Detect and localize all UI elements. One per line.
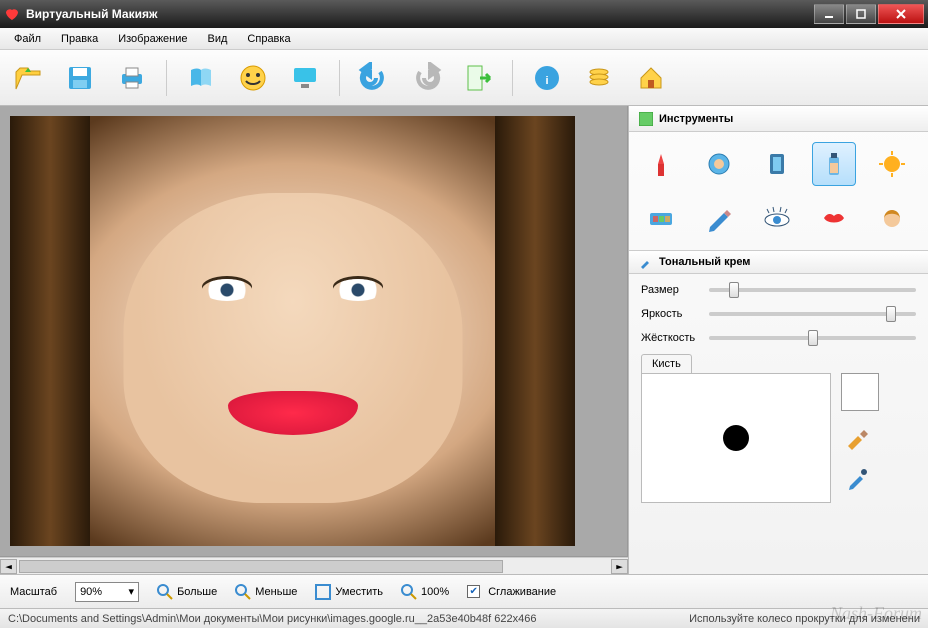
menubar: Файл Правка Изображение Вид Справка <box>0 28 928 50</box>
canvas-wrap: ◄ ► <box>0 106 628 574</box>
color-swatch[interactable] <box>841 373 879 411</box>
minimize-button[interactable] <box>814 4 844 24</box>
redo-button[interactable] <box>404 56 448 100</box>
menu-edit[interactable]: Правка <box>53 30 106 48</box>
zoom-100-button[interactable]: 100% <box>401 584 449 600</box>
tool-lipstick[interactable] <box>639 142 683 186</box>
tool-section-header: Тональный крем <box>629 250 928 274</box>
zoom-select[interactable]: 90% ▾ <box>75 582 139 602</box>
scroll-left-button[interactable]: ◄ <box>0 559 17 574</box>
app-icon <box>4 6 20 22</box>
home-button[interactable] <box>629 56 673 100</box>
toolbar-separator <box>512 60 513 96</box>
slider-row-brightness: Яркость <box>641 308 916 320</box>
tools-grid <box>629 132 928 250</box>
brush-paint-icon[interactable] <box>841 421 873 453</box>
smoothing-label: Сглаживание <box>488 586 556 598</box>
eyedropper-icon[interactable] <box>841 463 873 495</box>
zoom-in-button[interactable]: Больше <box>157 584 217 600</box>
tool-pencil[interactable] <box>697 196 741 240</box>
tool-eyeshadow[interactable] <box>639 196 683 240</box>
tool-eye[interactable] <box>755 196 799 240</box>
image-icon <box>639 112 653 126</box>
section-header-label: Тональный крем <box>659 256 750 268</box>
print-button[interactable] <box>110 56 154 100</box>
zoom-out-button[interactable]: Меньше <box>235 584 297 600</box>
tool-mascara[interactable] <box>755 142 799 186</box>
brush-dot-icon <box>723 425 749 451</box>
menu-file[interactable]: Файл <box>6 30 49 48</box>
menu-image[interactable]: Изображение <box>110 30 195 48</box>
tool-hair[interactable] <box>870 196 914 240</box>
slider-row-hardness: Жёсткость <box>641 332 916 344</box>
scroll-right-button[interactable]: ► <box>611 559 628 574</box>
tool-lips[interactable] <box>812 196 856 240</box>
slider-brightness[interactable] <box>709 312 916 316</box>
slider-label-hardness: Жёсткость <box>641 332 701 344</box>
tool-foundation[interactable] <box>812 142 856 186</box>
sliders-panel: Размер Яркость Жёсткость <box>629 274 928 354</box>
check-icon: ✔ <box>467 585 480 598</box>
zoom-in-label: Больше <box>177 586 217 598</box>
zoom-fit-button[interactable]: Уместить <box>315 584 383 600</box>
toolbar-separator <box>339 60 340 96</box>
toolbar-separator <box>166 60 167 96</box>
horizontal-scrollbar[interactable]: ◄ ► <box>0 557 628 574</box>
zoom-out-label: Меньше <box>255 586 297 598</box>
zoom-label: Масштаб <box>10 586 57 598</box>
scroll-track[interactable] <box>17 560 611 573</box>
brush-panel: Кисть <box>641 354 916 503</box>
tools-header-label: Инструменты <box>659 113 733 125</box>
open-button[interactable] <box>6 56 50 100</box>
tools-panel-header: Инструменты <box>629 106 928 132</box>
menu-view[interactable]: Вид <box>200 30 236 48</box>
close-button[interactable] <box>878 4 924 24</box>
menu-help[interactable]: Справка <box>239 30 298 48</box>
slider-row-size: Размер <box>641 284 916 296</box>
brush-tabs: Кисть <box>641 354 916 373</box>
undo-button[interactable] <box>352 56 396 100</box>
slider-size[interactable] <box>709 288 916 292</box>
slider-hardness[interactable] <box>709 336 916 340</box>
canvas-image[interactable] <box>10 116 575 546</box>
save-button[interactable] <box>58 56 102 100</box>
bottom-bar: Масштаб 90% ▾ Больше Меньше Уместить 100… <box>0 574 928 608</box>
slider-label-size: Размер <box>641 284 701 296</box>
export-button[interactable] <box>456 56 500 100</box>
sidebar: Инструменты Тональный крем Размер Яркос <box>628 106 928 574</box>
zoom-value: 90% <box>80 586 102 598</box>
titlebar: Виртуальный Макияж <box>0 0 928 28</box>
chevron-down-icon: ▾ <box>129 585 135 598</box>
statusbar: C:\Documents and Settings\Admin\Мои доку… <box>0 608 928 628</box>
info-button[interactable]: i <box>525 56 569 100</box>
main-area: ◄ ► Инструменты Тональный крем <box>0 106 928 574</box>
zoom-100-label: 100% <box>421 586 449 598</box>
slider-label-brightness: Яркость <box>641 308 701 320</box>
status-right: Используйте колесо прокрутки для изменен… <box>689 613 920 625</box>
book-button[interactable] <box>179 56 223 100</box>
monitor-button[interactable] <box>283 56 327 100</box>
tool-compact[interactable] <box>697 142 741 186</box>
coins-button[interactable] <box>577 56 621 100</box>
maximize-button[interactable] <box>846 4 876 24</box>
tool-tan[interactable] <box>870 142 914 186</box>
zoom-fit-label: Уместить <box>335 586 383 598</box>
scroll-thumb[interactable] <box>19 560 503 573</box>
brush-preview <box>641 373 831 503</box>
brush-tab[interactable]: Кисть <box>641 354 692 373</box>
smoothing-checkbox[interactable]: ✔ Сглаживание <box>467 585 556 598</box>
svg-text:i: i <box>545 75 548 87</box>
main-toolbar: i <box>0 50 928 106</box>
canvas[interactable] <box>0 106 628 557</box>
status-left: C:\Documents and Settings\Admin\Мои доку… <box>8 613 536 625</box>
brush-icon <box>639 255 653 269</box>
smiley-button[interactable] <box>231 56 275 100</box>
window-title: Виртуальный Макияж <box>26 7 812 21</box>
